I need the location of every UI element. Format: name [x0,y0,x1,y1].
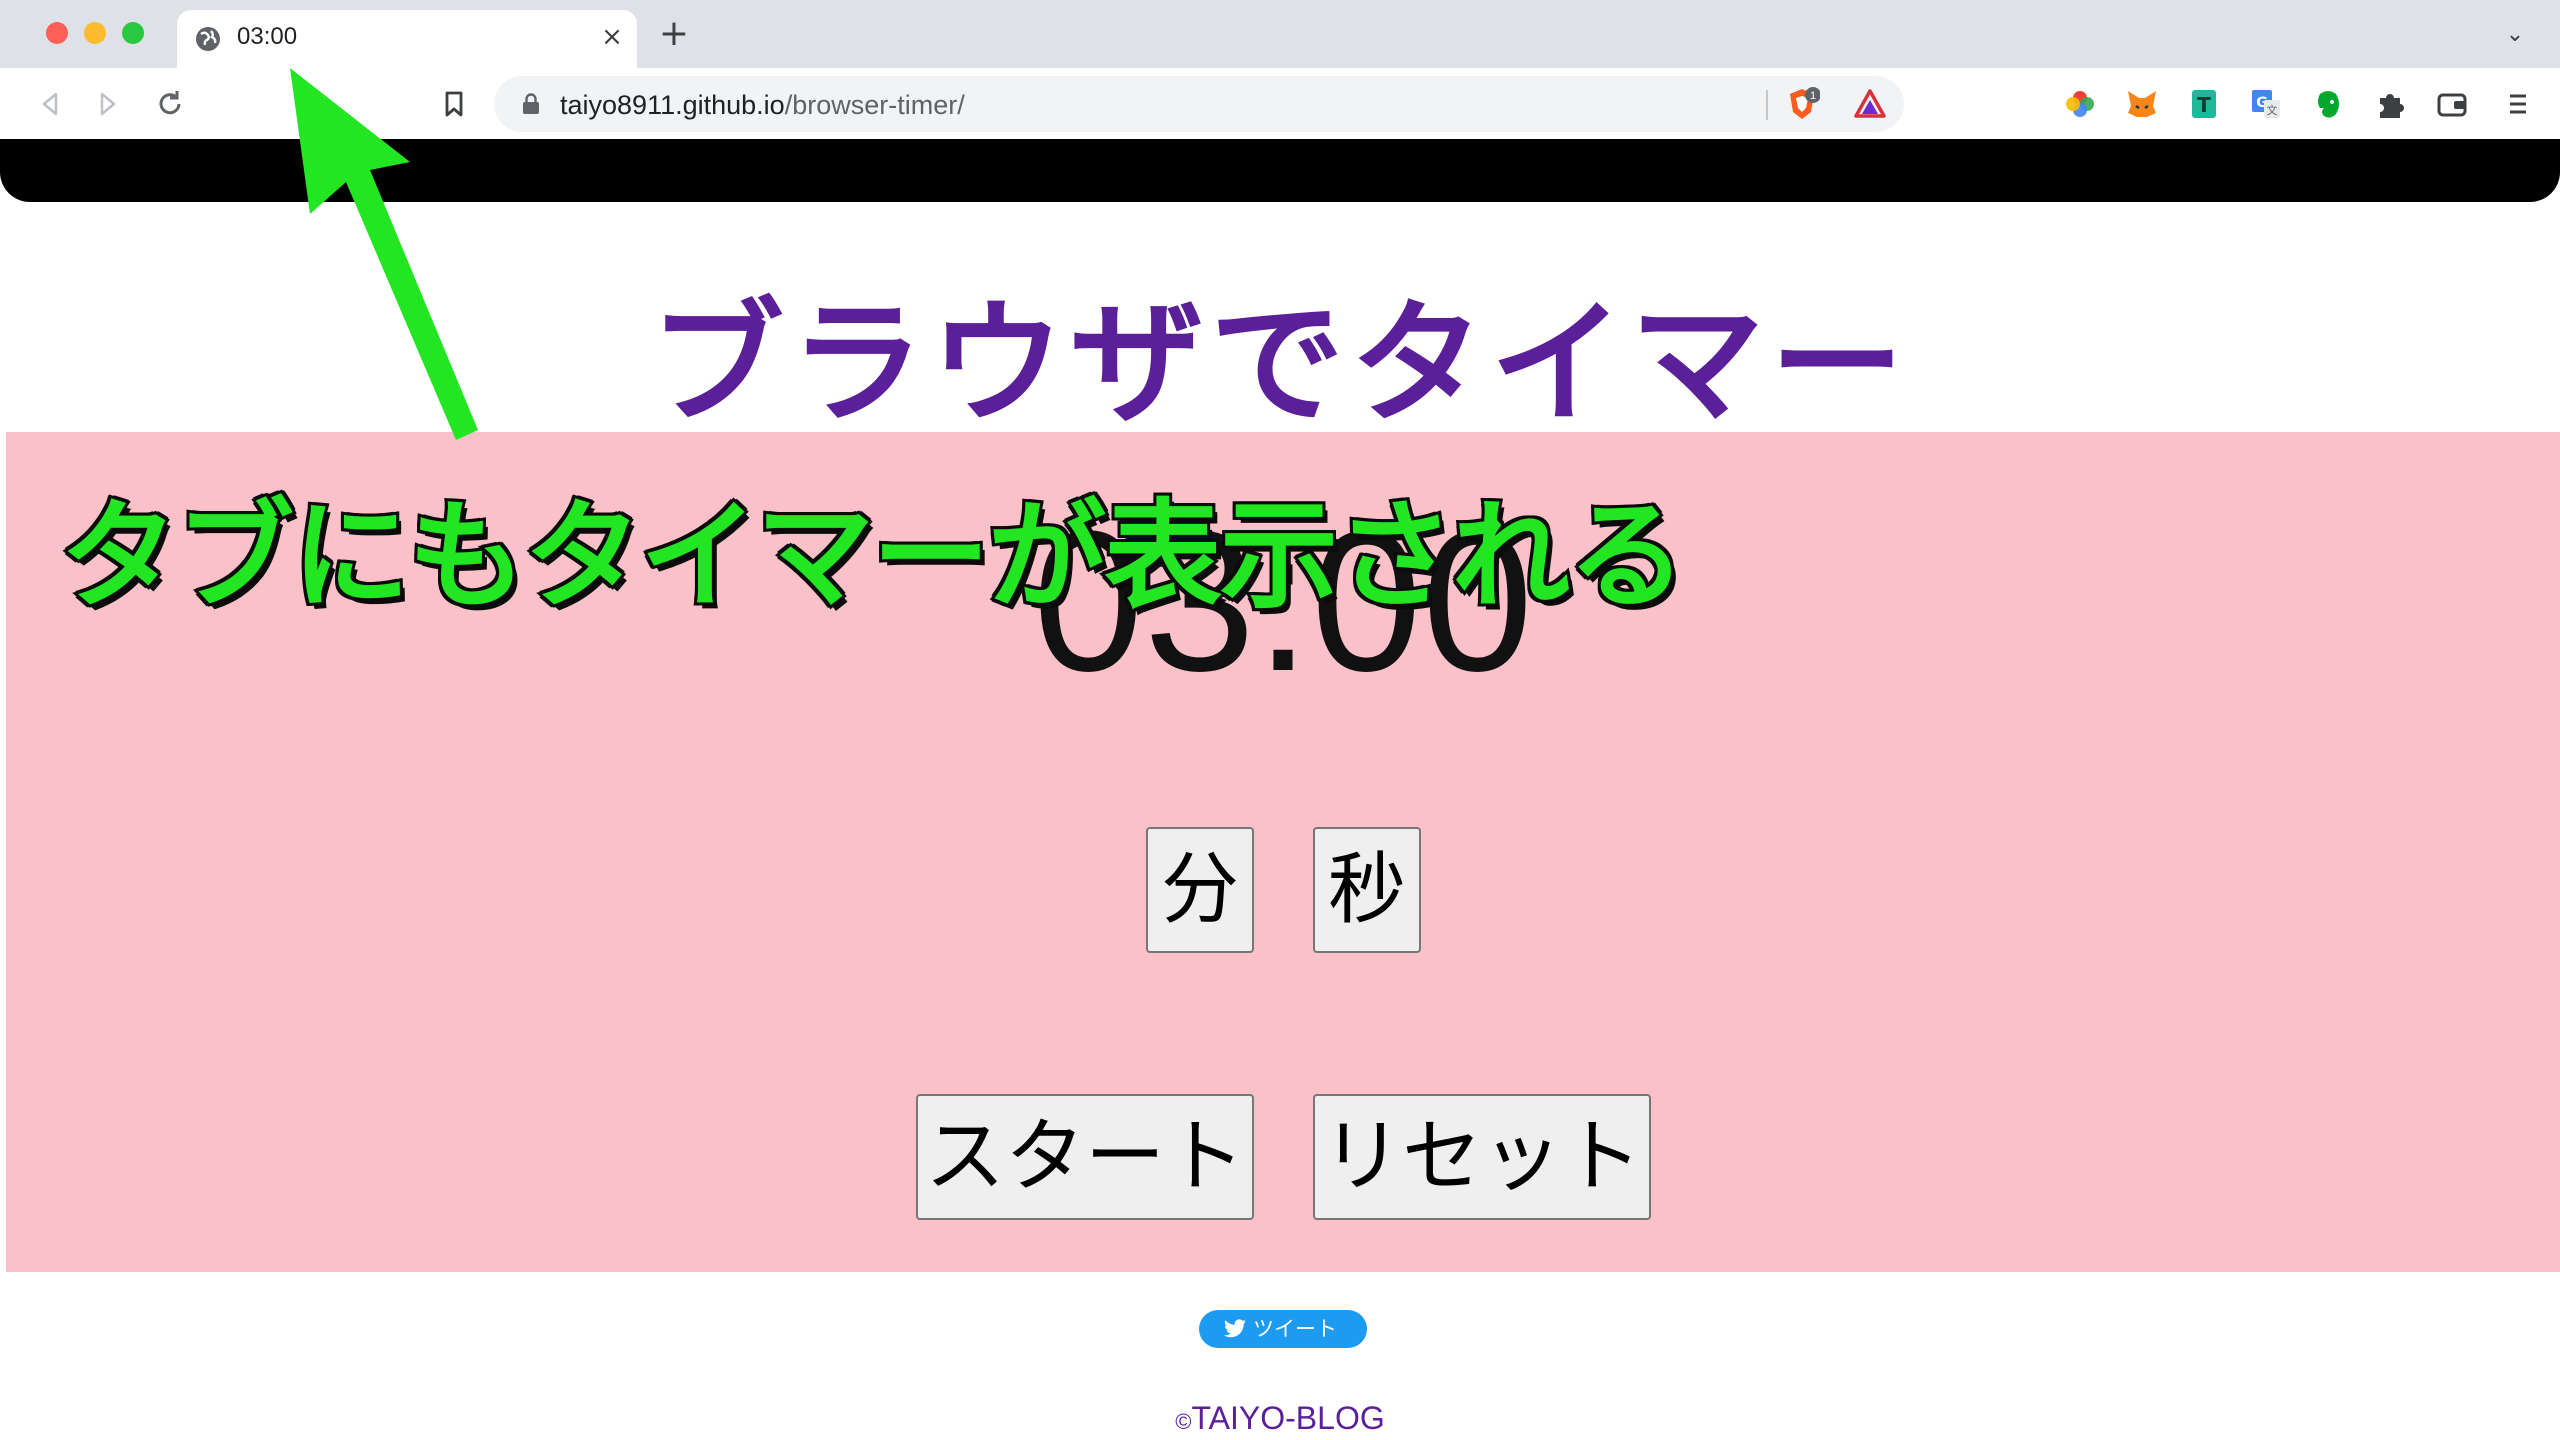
menu-icon[interactable] [2500,86,2536,122]
back-icon[interactable] [30,84,70,124]
metamask-fox-icon[interactable] [2124,86,2160,122]
footer-copyright[interactable]: ©TAIYO-BLOG [0,1400,2560,1437]
evernote-icon[interactable] [2310,86,2346,122]
tweet-label: ツイート [1253,1317,1337,1341]
svg-text:文: 文 [2267,103,2278,117]
lock-icon [523,93,539,114]
copyright-symbol: © [1175,1409,1192,1434]
brave-rewards-icon[interactable] [1852,86,1888,122]
translate-t-icon[interactable]: T [2186,86,2222,122]
browser-tab-active[interactable]: 03:00 × [177,10,637,68]
start-button[interactable]: スタート [916,1094,1254,1220]
url-path: /browser-timer/ [784,90,965,120]
annotation-callout: タブにもタイマーが表示される [57,484,1689,628]
google-translate-icon[interactable]: G 文 [2248,86,2284,122]
extensions-puzzle-icon[interactable] [2372,86,2408,122]
omnibox-divider [1766,90,1768,120]
browser-tab-strip: 03:00 × + ⌄ [0,0,2560,68]
new-tab-button[interactable]: + [654,14,694,54]
reload-icon[interactable] [150,84,190,124]
footer-link-text: TAIYO-BLOG [1191,1400,1385,1436]
bookmark-icon[interactable] [434,84,474,124]
black-bar [0,140,2560,202]
forward-icon[interactable] [88,84,128,124]
browser-toolbar: taiyo8911.github.io/browser-timer/ 1 T G… [0,68,2560,140]
tweet-button[interactable]: ツイート [1199,1310,1367,1348]
page-title: ブラウザでタイマー [649,286,1910,442]
url-text: taiyo8911.github.io/browser-timer/ [560,90,965,121]
window-maximize-button[interactable] [122,22,144,44]
screenshot-root: 03:00 × + ⌄ taiyo8911.github.io/browser-… [0,0,2560,1440]
wallet-icon[interactable] [2434,86,2470,122]
brave-shields-icon[interactable]: 1 [1784,86,1820,122]
svg-text:T: T [2197,93,2211,117]
address-bar[interactable]: taiyo8911.github.io/browser-timer/ 1 [494,76,1904,132]
tab-search-chevron-icon[interactable]: ⌄ [2500,20,2530,50]
minute-button[interactable]: 分 [1146,827,1254,953]
tab-title: 03:00 [237,23,298,50]
twitter-bird-icon [1224,1319,1246,1338]
color-wheel-extension-icon[interactable] [2062,86,2098,122]
brave-shields-count: 1 [1810,90,1816,102]
reset-button[interactable]: リセット [1313,1094,1651,1220]
globe-icon [196,27,220,51]
tab-close-icon[interactable]: × [597,20,627,54]
second-button[interactable]: 秒 [1313,827,1421,953]
window-close-button[interactable] [46,22,68,44]
url-host: taiyo8911.github.io [560,90,785,120]
window-minimize-button[interactable] [84,22,106,44]
